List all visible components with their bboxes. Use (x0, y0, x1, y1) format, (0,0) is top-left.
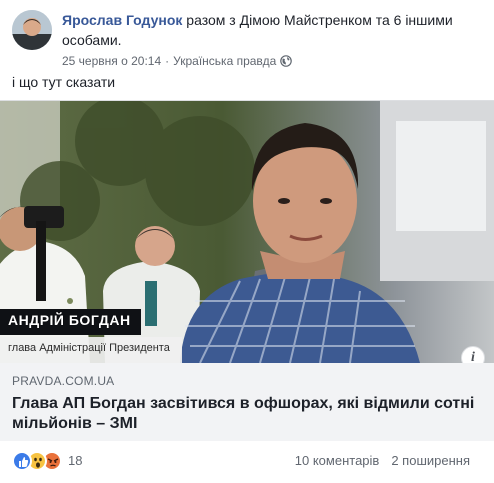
meta-separator: · (165, 53, 170, 68)
author-name-link[interactable]: Ярослав Годунок (62, 12, 182, 28)
post-body-text: і що тут сказати (12, 74, 116, 90)
avatar-image (12, 10, 52, 50)
link-info[interactable]: PRAVDA.COM.UA Глава АП Богдан засвітився… (0, 363, 494, 441)
link-title[interactable]: Глава АП Богдан засвітився в офшорах, як… (12, 394, 482, 434)
comments-count-link[interactable]: 10 коментарів (295, 453, 380, 468)
link-domain: PRAVDA.COM.UA (12, 374, 115, 388)
engagement-counts: 10 коментарів 2 поширення (295, 453, 470, 468)
avatar[interactable] (12, 10, 52, 50)
post-timestamp[interactable]: 25 червня о 20:14 (62, 54, 161, 68)
tv-caption: АНДРІЙ БОГДАН глава Адміністрації Презид… (0, 309, 300, 363)
caption-role: глава Адміністрації Президента (0, 337, 182, 363)
author-line: Ярослав Годунок разом з Дімою Майстренко… (62, 10, 482, 50)
post-source[interactable]: Українська правда (173, 54, 276, 68)
like-icon (12, 451, 32, 471)
reaction-count: 18 (68, 453, 83, 468)
shares-count-link[interactable]: 2 поширення (391, 453, 470, 468)
post-header: Ярослав Годунок разом з Дімою Майстренко… (12, 8, 482, 69)
post-meta: 25 червня о 20:14 · Українська правда (62, 52, 293, 69)
link-preview-image[interactable]: АНДРІЙ БОГДАН глава Адміністрації Презид… (0, 101, 494, 363)
caption-name: АНДРІЙ БОГДАН (0, 309, 141, 335)
link-preview-card[interactable]: АНДРІЙ БОГДАН глава Адміністрації Презид… (0, 100, 494, 441)
globe-icon[interactable] (280, 55, 293, 67)
post-footer: 18 10 коментарів 2 поширення (12, 449, 482, 473)
